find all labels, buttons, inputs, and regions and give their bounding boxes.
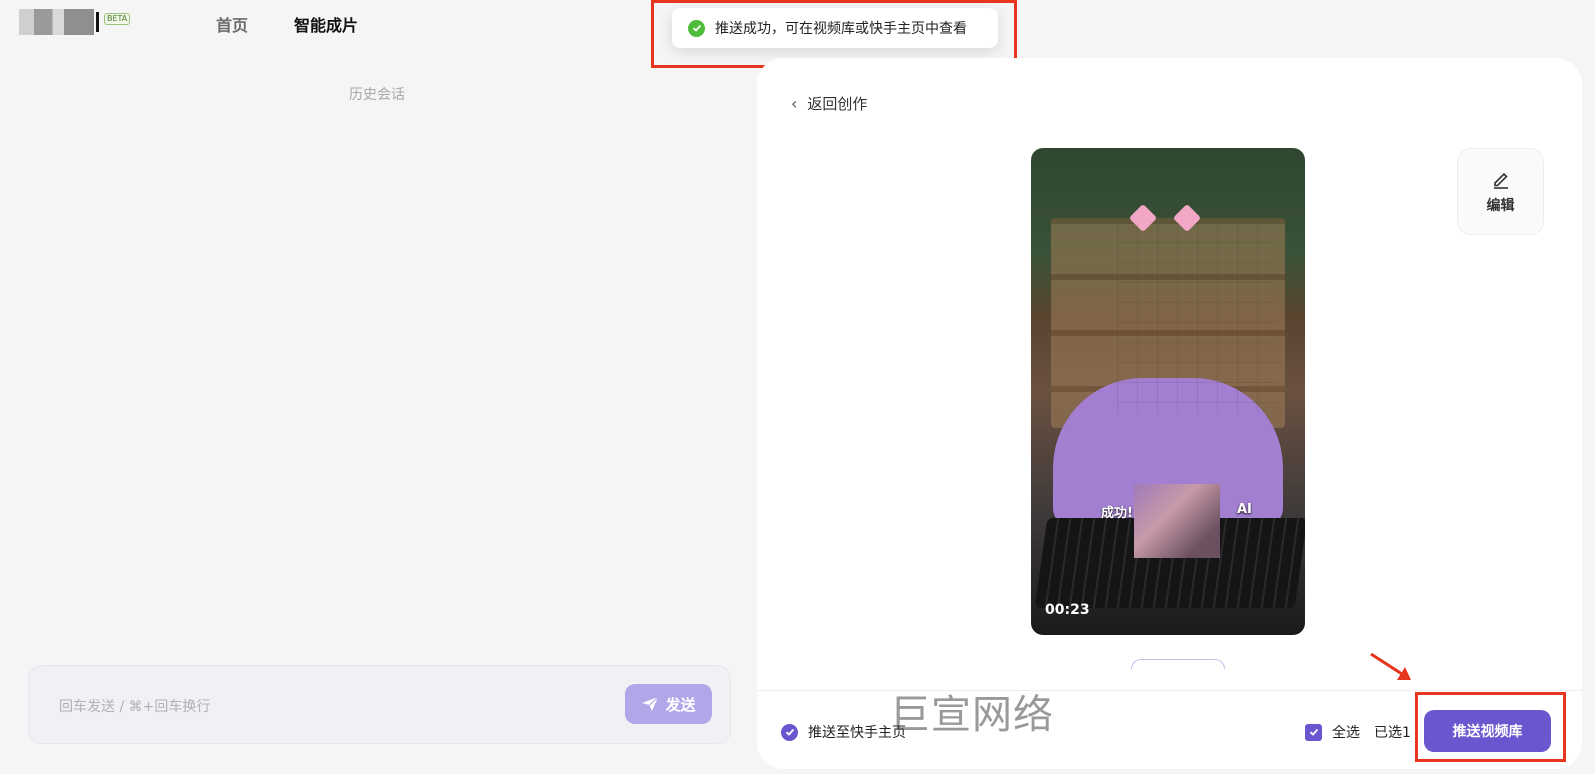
nav-home[interactable]: 首页 (216, 12, 248, 36)
pencil-icon (1493, 172, 1508, 189)
annotation-arrow (1370, 652, 1411, 680)
edit-label: 编辑 (1486, 197, 1515, 214)
push-to-kuaishou-checkbox[interactable]: 推送至快手主页 (781, 722, 906, 742)
chat-input[interactable]: 回车发送 / ⌘+回车换行 发送 (28, 665, 731, 744)
nav-smart-video[interactable]: 智能成片 (294, 12, 358, 36)
beta-badge: BETA (104, 13, 131, 25)
blurred-caption (1134, 484, 1220, 558)
send-icon (642, 696, 659, 711)
send-button-label: 发送 (665, 695, 696, 714)
preview-panel: ‹ 返回创作 成功! AI 00:23 编辑 推送至快手主页 全选 已选1 推送… (757, 58, 1582, 769)
app-logo[interactable] (19, 8, 99, 36)
video-caption-left: 成功! (1101, 506, 1133, 521)
video-preview[interactable]: 成功! AI 00:23 (1031, 148, 1305, 635)
video-duration: 00:23 (1045, 602, 1090, 618)
back-to-create-link[interactable]: ‹ 返回创作 (791, 93, 867, 114)
chat-input-placeholder: 回车发送 / ⌘+回车换行 (59, 699, 211, 715)
toast-message: 推送成功，可在视频库或快手主页中查看 (715, 21, 967, 37)
selected-count: 已选1 (1374, 725, 1411, 741)
blurred-face (1117, 223, 1277, 413)
carousel-indicator[interactable] (1131, 659, 1225, 669)
history-sessions-label[interactable]: 历史会话 (349, 84, 405, 104)
chevron-left-icon: ‹ (791, 94, 798, 113)
annotation-frame-button (1415, 692, 1566, 762)
success-check-icon (688, 19, 705, 37)
checked-circle-icon (781, 723, 798, 741)
video-caption-right: AI (1237, 502, 1252, 517)
send-button[interactable]: 发送 (625, 684, 712, 724)
edit-button[interactable]: 编辑 (1457, 148, 1544, 235)
select-all-label: 全选 (1332, 725, 1360, 741)
checkbox-checked-icon (1305, 723, 1322, 741)
back-label: 返回创作 (807, 95, 868, 113)
select-all-checkbox[interactable]: 全选 (1305, 722, 1360, 742)
watermark-text: 巨宣网络 (890, 692, 1054, 738)
success-toast: 推送成功，可在视频库或快手主页中查看 (672, 8, 998, 48)
